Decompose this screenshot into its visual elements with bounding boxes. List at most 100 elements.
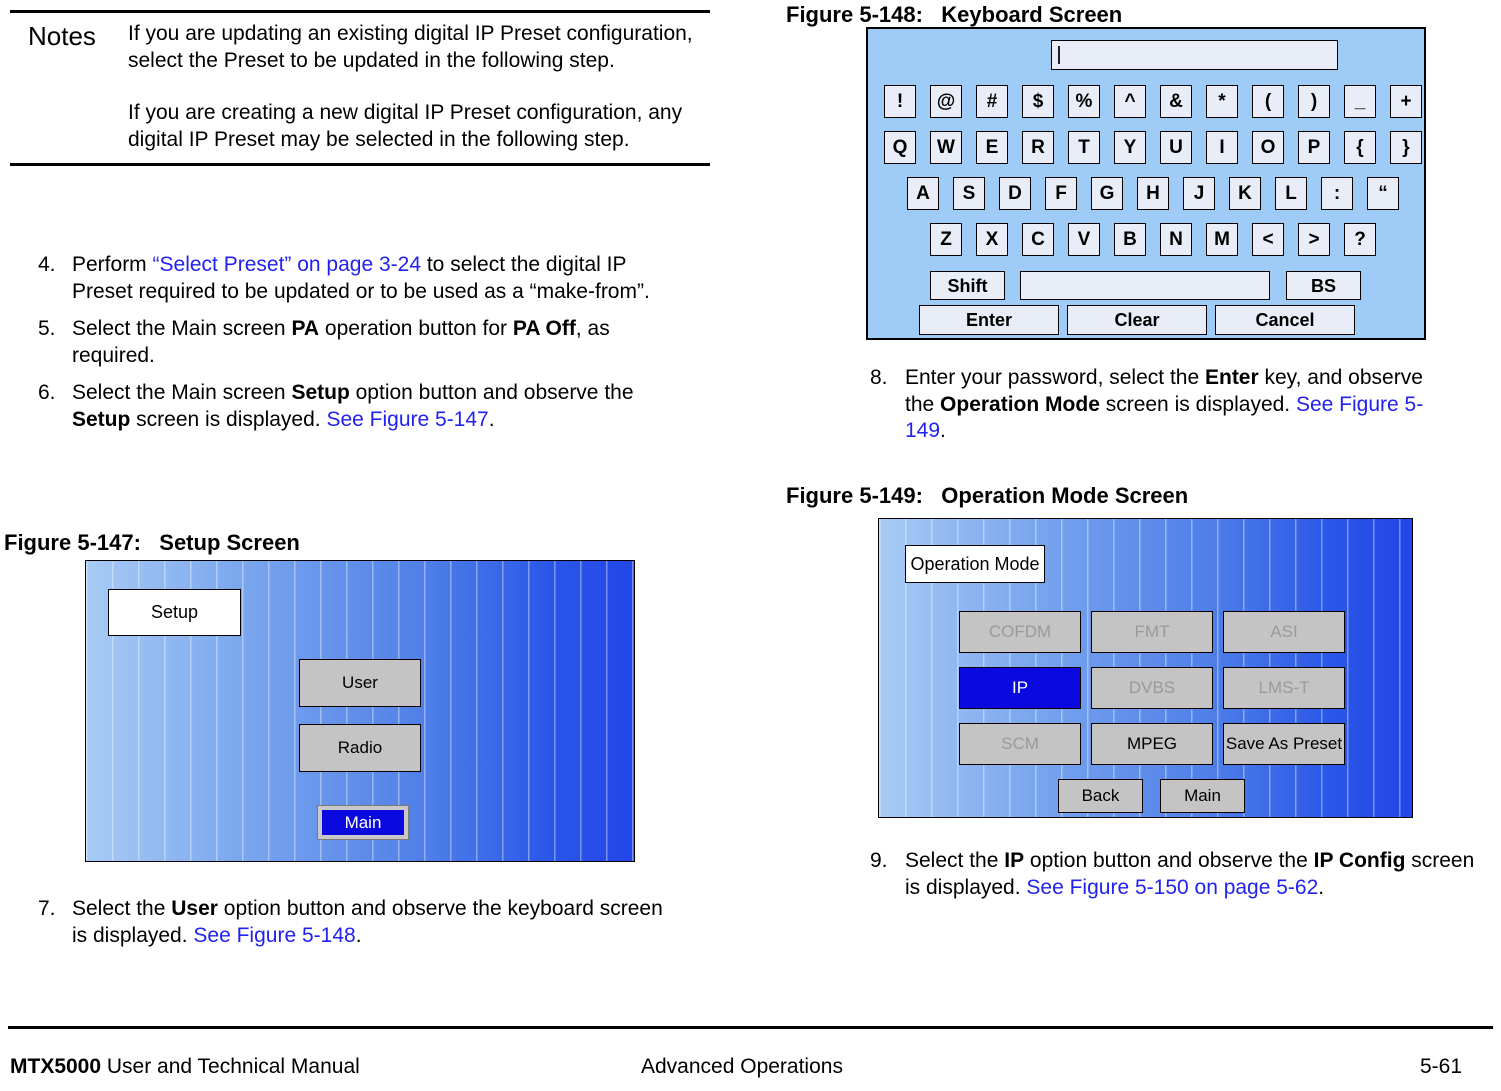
notes-body: If you are updating an existing digital … (120, 21, 710, 153)
step-8-b2: Operation Mode (940, 392, 1100, 416)
step-9-b2: IP Config (1313, 849, 1406, 872)
key-r[interactable]: R (1022, 131, 1054, 164)
key-a[interactable]: A (907, 177, 939, 210)
key-at[interactable]: @ (930, 85, 962, 118)
key-w[interactable]: W (930, 131, 962, 164)
step-7-b1: User (171, 897, 218, 920)
key-p[interactable]: P (1298, 131, 1330, 164)
mode-button-cofdm[interactable]: COFDM (959, 611, 1081, 653)
key-o[interactable]: O (1252, 131, 1284, 164)
step-6-link[interactable]: See Figure 5-147 (326, 408, 488, 431)
key-colon[interactable]: : (1321, 177, 1353, 210)
mode-button-scm[interactable]: SCM (959, 723, 1081, 765)
mode-button-main[interactable]: Main (1160, 779, 1245, 813)
key-h[interactable]: H (1137, 177, 1169, 210)
step-5-t1: Select the Main screen (72, 317, 292, 340)
key-less-than[interactable]: < (1252, 223, 1284, 256)
step-9-b1: IP (1004, 849, 1025, 872)
setup-button-radio[interactable]: Radio (299, 724, 421, 772)
step-4-number: 4. (38, 253, 56, 276)
mode-button-ip[interactable]: IP (959, 667, 1081, 709)
step-9-t1: Select the (905, 849, 1005, 872)
key-s[interactable]: S (953, 177, 985, 210)
step-8: 8. Enter your password, select the Enter… (760, 365, 1480, 445)
step-7: 7. Select the User option button and obs… (0, 896, 720, 949)
key-asterisk[interactable]: * (1206, 85, 1238, 118)
key-e[interactable]: E (976, 131, 1008, 164)
key-f[interactable]: F (1045, 177, 1077, 210)
key-x[interactable]: X (976, 223, 1008, 256)
mode-button-save-as-preset[interactable]: Save As Preset (1223, 723, 1345, 765)
key-dollar[interactable]: $ (1022, 85, 1054, 118)
step-4-link[interactable]: “Select Preset” on page 3-24 (153, 253, 422, 276)
key-i[interactable]: I (1206, 131, 1238, 164)
operation-mode-title-button: Operation Mode (905, 545, 1045, 583)
steps-group-left: 4. Perform “Select Preset” on page 3-24 … (0, 252, 720, 444)
step-6-t3: screen is displayed. (130, 407, 327, 431)
key-q[interactable]: Q (884, 131, 916, 164)
step-9-t4: . (1318, 875, 1325, 899)
step-7-link[interactable]: See Figure 5-148 (193, 924, 355, 947)
key-shift[interactable]: Shift (930, 271, 1005, 300)
key-y[interactable]: Y (1114, 131, 1146, 164)
mode-button-mpeg[interactable]: MPEG (1091, 723, 1213, 765)
key-b[interactable]: B (1114, 223, 1146, 256)
notes-table: Notes If you are updating an existing di… (10, 10, 710, 166)
key-percent[interactable]: % (1068, 85, 1100, 118)
setup-button-main[interactable]: Main (317, 805, 409, 840)
key-plus[interactable]: + (1390, 85, 1422, 118)
figure-147-caption: Figure 5-147: Setup Screen (4, 530, 300, 555)
key-u[interactable]: U (1160, 131, 1192, 164)
footer-manual-title: MTX5000 User and Technical Manual (10, 1055, 360, 1079)
key-exclamation[interactable]: ! (884, 85, 916, 118)
step-5-b1: PA (291, 317, 320, 340)
key-n[interactable]: N (1160, 223, 1192, 256)
keyboard-text-input[interactable] (1051, 40, 1338, 70)
step-8-t3: screen is displayed. (1099, 392, 1296, 416)
key-clear[interactable]: Clear (1067, 305, 1207, 335)
key-question[interactable]: ? (1344, 223, 1376, 256)
right-column: Figure 5-148: Keyboard Screen ! @ # $ % … (760, 0, 1501, 1010)
key-caret[interactable]: ^ (1114, 85, 1146, 118)
key-hash[interactable]: # (976, 85, 1008, 118)
step-6-t4: . (488, 407, 495, 431)
step-8-b1: Enter (1204, 366, 1259, 389)
key-m[interactable]: M (1206, 223, 1238, 256)
key-c[interactable]: C (1022, 223, 1054, 256)
setup-button-user[interactable]: User (299, 659, 421, 707)
text-caret-icon (1058, 46, 1060, 64)
key-brace-open[interactable]: { (1344, 131, 1376, 164)
key-underscore[interactable]: _ (1344, 85, 1376, 118)
key-greater-than[interactable]: > (1298, 223, 1330, 256)
footer-section: Advanced Operations (641, 1055, 843, 1078)
mode-button-back[interactable]: Back (1058, 779, 1143, 813)
key-brace-close[interactable]: } (1390, 131, 1422, 164)
footer-page-number: 5-61 (1420, 1055, 1463, 1078)
key-k[interactable]: K (1229, 177, 1261, 210)
key-l[interactable]: L (1275, 177, 1307, 210)
key-space[interactable] (1020, 271, 1270, 300)
key-backspace[interactable]: BS (1286, 271, 1361, 300)
left-column: Notes If you are updating an existing di… (0, 0, 760, 1010)
key-cancel[interactable]: Cancel (1215, 305, 1355, 335)
key-j[interactable]: J (1183, 177, 1215, 210)
key-g[interactable]: G (1091, 177, 1123, 210)
step-5-text: Select the Main screen PA operation butt… (72, 316, 720, 369)
key-enter[interactable]: Enter (919, 305, 1059, 335)
key-ampersand[interactable]: & (1160, 85, 1192, 118)
key-paren-open[interactable]: ( (1252, 85, 1284, 118)
key-paren-close[interactable]: ) (1298, 85, 1330, 118)
key-quote[interactable]: “ (1367, 177, 1399, 210)
figure-148-caption: Figure 5-148: Keyboard Screen (786, 2, 1123, 27)
mode-button-fmt[interactable]: FMT (1091, 611, 1213, 653)
key-z[interactable]: Z (930, 223, 962, 256)
key-t[interactable]: T (1068, 131, 1100, 164)
mode-button-dvbs[interactable]: DVBS (1091, 667, 1213, 709)
notes-paragraph-1: If you are updating an existing digital … (128, 22, 693, 72)
mode-button-asi[interactable]: ASI (1223, 611, 1345, 653)
footer-divider (8, 1026, 1493, 1029)
step-9-link[interactable]: See Figure 5-150 on page 5-62 (1026, 876, 1318, 899)
key-d[interactable]: D (999, 177, 1031, 210)
key-v[interactable]: V (1068, 223, 1100, 256)
mode-button-lms-t[interactable]: LMS-T (1223, 667, 1345, 709)
